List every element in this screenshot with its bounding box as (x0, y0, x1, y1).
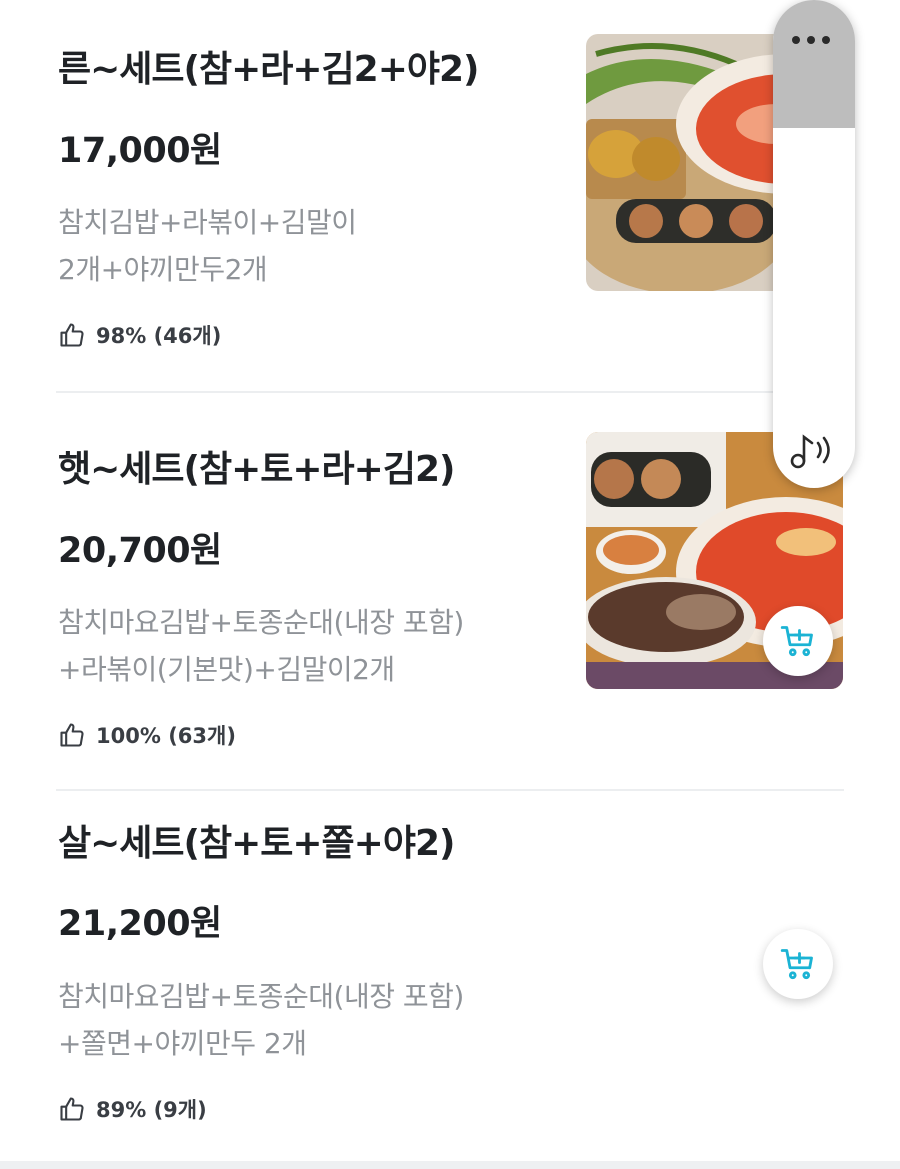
add-to-cart-button[interactable] (763, 929, 833, 999)
sound-icon[interactable] (788, 428, 840, 472)
cart-add-icon (780, 949, 813, 980)
thumbs-up-icon (60, 723, 84, 747)
menu-item-name: 햇~세트(참+토+라+김2) (58, 449, 455, 490)
cart-add-icon (780, 626, 813, 657)
menu-item-name: 른~세트(참+라+김2+야2) (58, 49, 480, 90)
menu-item[interactable]: 살~세트(참+토+쫄+야2) 21,200원 참치마요김밥+토종순대(내장 포함… (0, 791, 900, 1161)
rating-text: 89% (9개) (96, 1098, 207, 1122)
more-dots-icon[interactable] (792, 36, 830, 44)
menu-item-description-line: 참치김밥+라볶이+김말이 (58, 206, 357, 239)
panel-header (773, 0, 855, 128)
menu-item-description: 참치김밥+라볶이+김말이 2개+야끼만두2개 (58, 199, 528, 293)
floating-side-panel[interactable] (773, 0, 855, 488)
menu-item-price: 21,200원 (58, 904, 222, 944)
rating-text: 98% (46개) (96, 324, 222, 348)
menu-item[interactable]: 른~세트(참+라+김2+야2) 17,000원 참치김밥+라볶이+김말이 2개+… (0, 0, 900, 392)
menu-item-name: 살~세트(참+토+쫄+야2) (58, 823, 455, 864)
menu-item-description-line: +라볶이(기본맛)+김말이2개 (58, 653, 395, 686)
menu-item[interactable]: 햇~세트(참+토+라+김2) 20,700원 참치마요김밥+토종순대(내장 포함… (0, 393, 900, 790)
menu-item-price: 17,000원 (58, 131, 222, 171)
menu-item-description-line: 참치마요김밥+토종순대(내장 포함) (58, 980, 464, 1013)
menu-item-rating: 89% (9개) (58, 1094, 207, 1124)
menu-item-price: 20,700원 (58, 531, 222, 571)
thumbs-up-icon (60, 1097, 84, 1121)
menu-item-rating: 98% (46개) (58, 320, 221, 350)
menu-item-description-line: +쫄면+야끼만두 2개 (58, 1027, 307, 1060)
bottom-divider (0, 1161, 900, 1169)
rating-text: 100% (63개) (96, 724, 236, 748)
menu-item-description-line: 참치마요김밥+토종순대(내장 포함) (58, 606, 464, 639)
menu-item-description: 참치마요김밥+토종순대(내장 포함) +쫄면+야끼만두 2개 (58, 973, 528, 1067)
menu-item-description-line: 2개+야끼만두2개 (58, 253, 268, 286)
menu-item-rating: 100% (63개) (58, 720, 236, 750)
thumbs-up-icon (60, 323, 84, 347)
menu-item-description: 참치마요김밥+토종순대(내장 포함) +라볶이(기본맛)+김말이2개 (58, 599, 528, 693)
add-to-cart-button[interactable] (763, 606, 833, 676)
